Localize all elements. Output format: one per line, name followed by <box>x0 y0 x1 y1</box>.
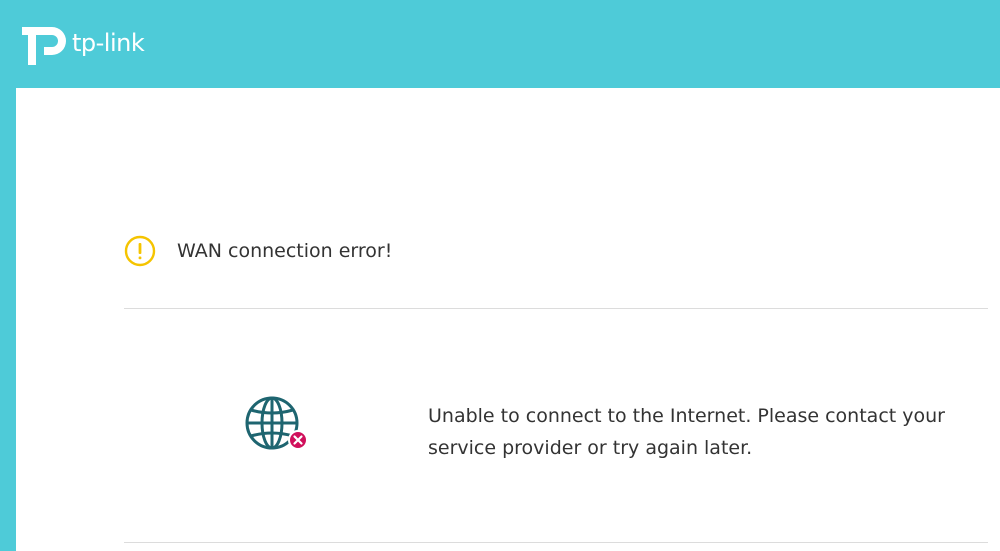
warning-icon <box>124 235 156 267</box>
header-bar: tp-link <box>0 0 1000 88</box>
divider-bottom <box>124 542 988 543</box>
brand-name: tp-link <box>72 29 145 57</box>
alert-row: WAN connection error! <box>124 235 392 267</box>
divider-top <box>124 308 988 309</box>
main-panel: WAN connection error! Unable to connect … <box>16 88 1000 551</box>
alert-title: WAN connection error! <box>177 240 393 262</box>
globe-disconnected-icon <box>245 396 308 450</box>
brand-logo[interactable]: tp-link <box>14 17 145 75</box>
status-message: Unable to connect to the Internet. Pleas… <box>428 405 945 459</box>
tp-link-logo-icon <box>22 27 66 65</box>
